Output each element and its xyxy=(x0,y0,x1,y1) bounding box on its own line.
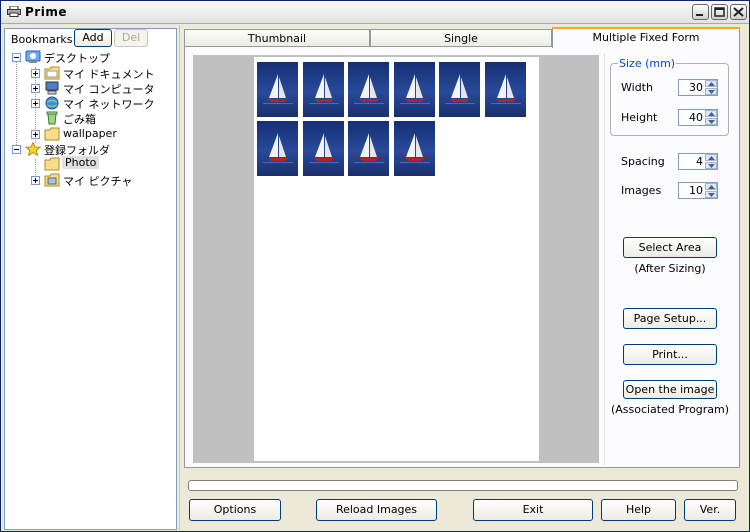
height-label: Height xyxy=(621,111,658,124)
close-icon xyxy=(733,7,744,17)
arrow-up-icon xyxy=(708,112,715,116)
tab-thumbnail[interactable]: Thumbnail xyxy=(184,29,370,47)
title-bar[interactable]: Prime xyxy=(1,1,749,24)
splitter[interactable] xyxy=(179,25,182,530)
preview-thumbnail xyxy=(393,62,435,117)
size-group-title: Size (mm) xyxy=(618,57,677,70)
height-value: 40 xyxy=(689,111,703,124)
preview-thumbnail xyxy=(439,62,481,117)
associated-program-caption: (Associated Program) xyxy=(610,403,730,416)
width-spinner[interactable]: 30 xyxy=(678,79,718,96)
options-button[interactable]: Options xyxy=(189,499,281,521)
arrow-down-icon xyxy=(708,164,715,168)
window-title: Prime xyxy=(25,5,67,19)
recycle-bin-icon xyxy=(46,111,58,125)
delete-bookmark-button[interactable]: Del xyxy=(114,29,148,47)
star-icon xyxy=(25,142,41,156)
folder-icon xyxy=(44,157,60,171)
folder-icon xyxy=(44,66,60,80)
page-setup-button[interactable]: Page Setup... xyxy=(623,308,717,329)
preview-thumbnail xyxy=(257,121,298,176)
expand-icon[interactable] xyxy=(31,69,40,78)
width-value: 30 xyxy=(689,81,703,94)
desktop-icon xyxy=(25,50,41,63)
collapse-icon[interactable] xyxy=(12,53,21,62)
version-button[interactable]: Ver. xyxy=(684,499,736,521)
preview-thumbnail xyxy=(485,62,526,117)
images-label: Images xyxy=(621,184,662,197)
spin-up-arrow[interactable] xyxy=(705,110,717,117)
spacing-value: 4 xyxy=(696,155,703,168)
bookmarks-toolbar: Bookmarks Add Del xyxy=(4,28,177,50)
collapse-icon[interactable] xyxy=(12,145,21,154)
tree-line xyxy=(16,56,17,151)
bookmarks-label: Bookmarks xyxy=(11,33,73,46)
tree-item-label: マイ ネットワーク xyxy=(63,98,155,111)
spin-up-arrow[interactable] xyxy=(705,183,717,190)
view-tabs: Thumbnail Single Multiple Fixed Form xyxy=(184,27,740,48)
tree-item-label: Photo xyxy=(62,156,100,169)
maximize-button[interactable] xyxy=(711,4,728,20)
folder-tree[interactable]: デスクトップ マイ ドキュメント マイ コンピュータ マイ ネットワーク ごみ箱… xyxy=(4,28,177,530)
help-button[interactable]: Help xyxy=(601,499,676,521)
arrow-down-icon xyxy=(708,90,715,94)
tree-item-label: マイ ドキュメント xyxy=(63,68,155,81)
spacing-label: Spacing xyxy=(621,155,665,168)
printer-icon xyxy=(7,6,21,17)
arrow-up-icon xyxy=(708,185,715,189)
tab-multiple-fixed-form[interactable]: Multiple Fixed Form xyxy=(552,27,740,48)
progress-bar xyxy=(188,480,738,491)
minimize-icon xyxy=(696,14,703,16)
expand-icon[interactable] xyxy=(31,176,40,185)
images-spinner[interactable]: 10 xyxy=(678,182,718,199)
tree-item-label: ごみ箱 xyxy=(63,113,96,126)
spin-down-arrow[interactable] xyxy=(705,88,717,95)
height-spinner[interactable]: 40 xyxy=(678,109,718,126)
tree-item-label: マイ コンピュータ xyxy=(63,83,155,96)
minimize-button[interactable] xyxy=(692,4,709,20)
spacing-spinner[interactable]: 4 xyxy=(678,153,718,170)
open-image-button[interactable]: Open the image xyxy=(623,380,717,399)
preview-page xyxy=(254,57,539,461)
expand-icon[interactable] xyxy=(31,130,40,139)
after-sizing-caption: (After Sizing) xyxy=(634,262,706,275)
arrow-down-icon xyxy=(708,120,715,124)
add-bookmark-button[interactable]: Add xyxy=(74,29,112,47)
tree-item-label: wallpaper xyxy=(63,127,117,140)
spin-up-arrow[interactable] xyxy=(705,80,717,87)
arrow-up-icon xyxy=(708,82,715,86)
computer-icon xyxy=(45,81,59,95)
tab-single[interactable]: Single xyxy=(370,29,552,47)
select-area-button[interactable]: Select Area xyxy=(623,237,717,258)
preview-thumbnail xyxy=(302,121,344,176)
spin-down-arrow[interactable] xyxy=(705,191,717,198)
app-window: Prime デスクトップ マイ ドキュメント マイ コンピュータ マイ ネットワ… xyxy=(0,0,750,532)
images-value: 10 xyxy=(689,184,703,197)
close-button[interactable] xyxy=(730,4,747,20)
exit-button[interactable]: Exit xyxy=(473,499,593,521)
preview-thumbnail xyxy=(257,62,298,117)
arrow-up-icon xyxy=(708,156,715,160)
preview-thumbnail xyxy=(348,121,390,176)
preview-thumbnail xyxy=(393,121,435,176)
maximize-icon xyxy=(714,7,725,17)
preview-thumbnail xyxy=(348,62,390,117)
arrow-down-icon xyxy=(708,193,715,197)
spin-up-arrow[interactable] xyxy=(705,154,717,161)
width-label: Width xyxy=(621,81,653,94)
print-button[interactable]: Print... xyxy=(623,344,717,365)
expand-icon[interactable] xyxy=(31,99,40,108)
tree-item-label: マイ ピクチャ xyxy=(63,175,133,188)
spin-down-arrow[interactable] xyxy=(705,162,717,169)
reload-images-button[interactable]: Reload Images xyxy=(316,499,437,521)
tree-item-label: デスクトップ xyxy=(44,52,110,65)
spin-down-arrow[interactable] xyxy=(705,118,717,125)
expand-icon[interactable] xyxy=(31,84,40,93)
preview-thumbnail xyxy=(302,62,344,117)
network-icon xyxy=(45,96,59,110)
pictures-folder-icon xyxy=(44,173,60,187)
folder-icon xyxy=(44,127,60,141)
